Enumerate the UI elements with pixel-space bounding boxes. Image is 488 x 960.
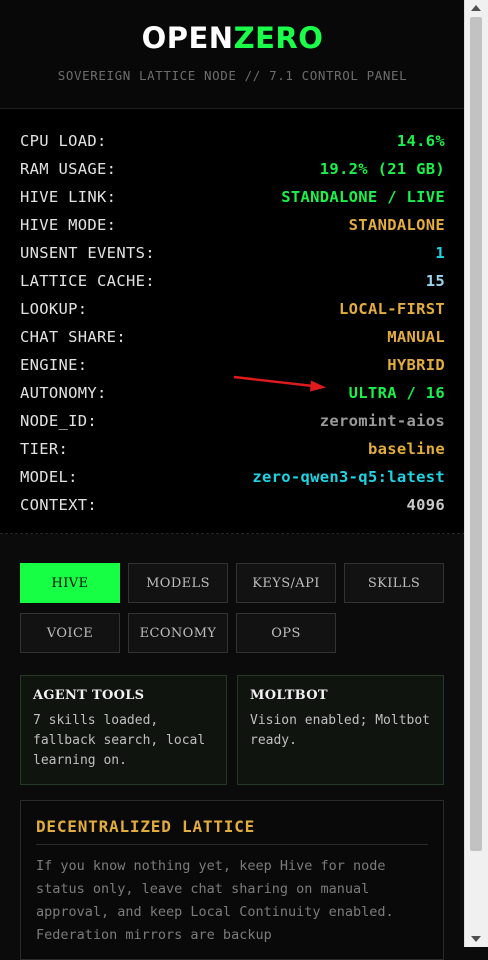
tab-skills[interactable]: SKILLS bbox=[344, 563, 444, 603]
header: OPENZERO SOVEREIGN LATTICE NODE // 7.1 C… bbox=[0, 0, 465, 109]
stat-value: baseline bbox=[367, 440, 445, 458]
tab-hive[interactable]: HIVE bbox=[20, 563, 120, 603]
logo-zero: ZERO bbox=[233, 21, 324, 55]
agent-tools-text: 7 skills loaded, fallback search, local … bbox=[33, 713, 206, 768]
stat-label: UNSENT EVENTS: bbox=[20, 244, 155, 262]
stat-value: HYBRID bbox=[387, 356, 445, 374]
stat-row: HIVE LINK: STANDALONE / LIVE bbox=[20, 183, 445, 211]
stat-value: zero-qwen3-q5:latest bbox=[252, 468, 445, 486]
control-panel: OPENZERO SOVEREIGN LATTICE NODE // 7.1 C… bbox=[0, 0, 465, 960]
stat-value: 1 bbox=[435, 244, 445, 262]
stat-label: AUTONOMY: bbox=[20, 384, 107, 402]
scroll-up-icon[interactable] bbox=[471, 5, 481, 11]
stat-row: CONTEXT: 4096 bbox=[20, 491, 445, 519]
stat-label: LOOKUP: bbox=[20, 300, 88, 318]
tab-voice[interactable]: VOICE bbox=[20, 613, 120, 653]
logo-open: OPEN bbox=[141, 21, 234, 55]
lattice-title: DECENTRALIZED LATTICE bbox=[36, 817, 428, 845]
stat-label: HIVE LINK: bbox=[20, 188, 117, 206]
stat-row: CHAT SHARE: MANUAL bbox=[20, 323, 445, 351]
stat-label: CHAT SHARE: bbox=[20, 328, 126, 346]
stat-label: CONTEXT: bbox=[20, 496, 98, 514]
moltbot-card: MOLTBOT Vision enabled; Moltbot ready. bbox=[237, 675, 444, 785]
stat-value: STANDALONE / LIVE bbox=[281, 188, 445, 206]
stat-row: RAM USAGE: 19.2% (21 GB) bbox=[20, 155, 445, 183]
stat-value: 15 bbox=[425, 272, 445, 290]
vertical-scrollbar[interactable] bbox=[464, 0, 488, 947]
stat-label: NODE_ID: bbox=[20, 412, 98, 430]
tab-economy[interactable]: ECONOMY bbox=[128, 613, 228, 653]
stat-row: NODE_ID: zeromint-aios bbox=[20, 407, 445, 435]
annotation-arrow-icon bbox=[233, 375, 326, 392]
stat-value: 19.2% (21 GB) bbox=[319, 160, 445, 178]
stat-label: RAM USAGE: bbox=[20, 160, 117, 178]
scrollbar-thumb[interactable] bbox=[470, 17, 482, 851]
app-logo: OPENZERO bbox=[0, 0, 465, 56]
page-subtitle: SOVEREIGN LATTICE NODE // 7.1 CONTROL PA… bbox=[57, 68, 408, 83]
stat-label: LATTICE CACHE: bbox=[20, 272, 155, 290]
tab-keys-api[interactable]: KEYS/API bbox=[236, 563, 336, 603]
scroll-down-icon[interactable] bbox=[471, 936, 481, 942]
agent-tools-card: AGENT TOOLS 7 skills loaded, fallback se… bbox=[20, 675, 227, 785]
stat-value: zeromint-aios bbox=[319, 412, 445, 430]
stat-row: TIER: baseline bbox=[20, 435, 445, 463]
tab-models[interactable]: MODELS bbox=[128, 563, 228, 603]
lattice-text: If you know nothing yet, keep Hive for n… bbox=[36, 858, 394, 943]
stat-value: ULTRA / 16 bbox=[348, 384, 445, 402]
tab-ops[interactable]: OPS bbox=[236, 613, 336, 653]
agent-tools-title: AGENT TOOLS bbox=[33, 688, 145, 703]
moltbot-title: MOLTBOT bbox=[250, 688, 328, 703]
stat-value: LOCAL-FIRST bbox=[339, 300, 445, 318]
stat-value: STANDALONE bbox=[348, 216, 445, 234]
stat-row: LOOKUP: LOCAL-FIRST bbox=[20, 295, 445, 323]
stat-row: CPU LOAD: 14.6% bbox=[20, 127, 445, 155]
stat-row: MODEL: zero-qwen3-q5:latest bbox=[20, 463, 445, 491]
stat-label: ENGINE: bbox=[20, 356, 88, 374]
stat-row: LATTICE CACHE: 15 bbox=[20, 267, 445, 295]
stat-value: 4096 bbox=[406, 496, 445, 514]
stat-row: HIVE MODE: STANDALONE bbox=[20, 211, 445, 239]
stat-value: MANUAL bbox=[387, 328, 445, 346]
stat-row: UNSENT EVENTS: 1 bbox=[20, 239, 445, 267]
stat-label: HIVE MODE: bbox=[20, 216, 117, 234]
moltbot-text: Vision enabled; Moltbot ready. bbox=[250, 713, 431, 748]
decentralized-lattice-panel: DECENTRALIZED LATTICE If you know nothin… bbox=[20, 800, 444, 960]
stat-value: 14.6% bbox=[396, 132, 445, 150]
stats-panel: CPU LOAD: 14.6% RAM USAGE: 19.2% (21 GB) HIV… bbox=[0, 109, 465, 534]
stat-label: CPU LOAD: bbox=[20, 132, 107, 150]
stat-label: TIER: bbox=[20, 440, 69, 458]
stat-label: MODEL: bbox=[20, 468, 78, 486]
